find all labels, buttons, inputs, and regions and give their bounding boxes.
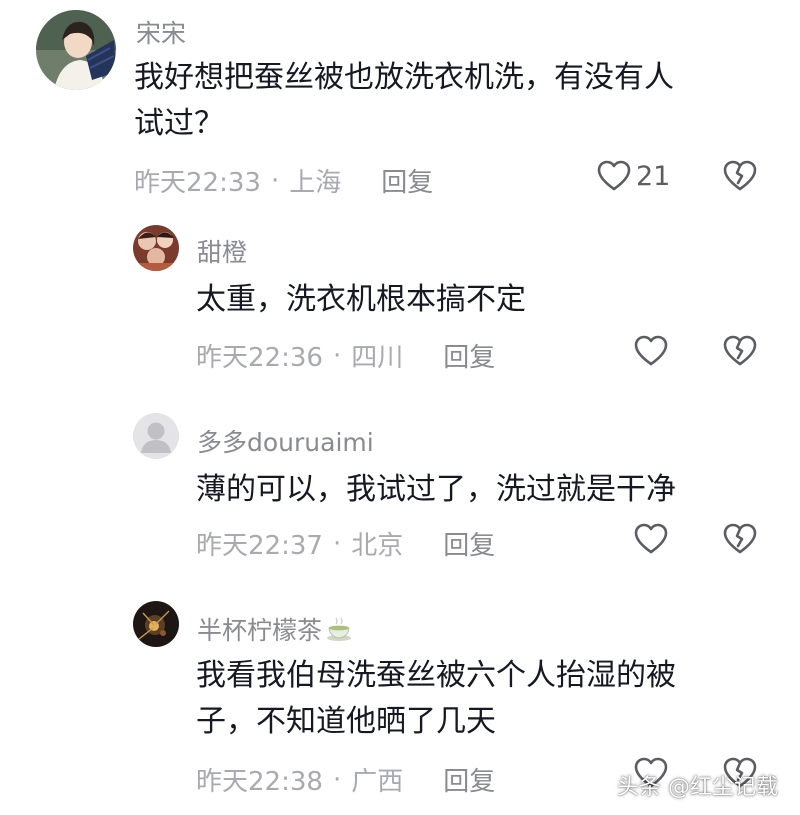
reply-item: 多多douruaimi 薄的可以，我试过了，洗过就是干净 昨天22:37 · 北… <box>0 405 800 575</box>
comment-location: 上海 <box>289 168 342 198</box>
comment-meta: 昨天22:36 · 四川 回复 <box>196 337 495 374</box>
heart-outline-icon <box>634 335 668 366</box>
reply-item: 甜橙 太重，洗衣机根本搞不定 昨天22:36 · 四川 回复 <box>0 215 800 385</box>
meta-separator: · <box>332 340 342 371</box>
comment-time: 昨天22:33 <box>134 168 261 198</box>
broken-heart-icon <box>723 335 757 366</box>
comment-meta: 昨天22:37 · 北京 回复 <box>196 525 495 562</box>
comment-time: 昨天22:37 <box>196 531 323 561</box>
reply-button[interactable]: 回复 <box>443 525 495 562</box>
comment-text-line: 薄的可以，我试过了，洗过就是干净 <box>196 472 676 507</box>
comment-username[interactable]: 甜橙 <box>197 233 247 269</box>
comment-item: 宋宋 我好想把蚕丝被也放洗衣机洗，有没有人 试过？ 昨天22:33 · 上海 回… <box>0 0 800 210</box>
reply-button[interactable]: 回复 <box>381 162 433 199</box>
dislike-button[interactable] <box>722 158 758 198</box>
comment-time: 昨天22:36 <box>196 343 323 373</box>
comment-location: 北京 <box>351 531 404 561</box>
meta-separator: · <box>332 764 342 795</box>
heart-outline-icon <box>597 160 631 191</box>
comment-text: 薄的可以，我试过了，洗过就是干净 <box>196 467 756 513</box>
avatar[interactable] <box>36 10 116 90</box>
comment-location: 广西 <box>351 767 404 797</box>
broken-heart-icon <box>723 160 757 191</box>
reply-button[interactable]: 回复 <box>443 761 495 798</box>
meta-separator: · <box>332 528 342 559</box>
avatar[interactable] <box>133 601 179 647</box>
comment-username[interactable]: 多多douruaimi <box>197 423 374 459</box>
comment-text-line: 我看我伯母洗蚕丝被六个人抬湿的被 <box>196 658 676 693</box>
dislike-button[interactable] <box>722 521 758 561</box>
like-button[interactable] <box>633 333 669 369</box>
like-count: 21 <box>636 160 671 192</box>
avatar[interactable] <box>133 413 179 459</box>
comment-text-line: 试过？ <box>134 106 224 141</box>
broken-heart-icon <box>723 523 757 554</box>
comment-time: 昨天22:38 <box>196 767 323 797</box>
comment-text: 我看我伯母洗蚕丝被六个人抬湿的被 子，不知道他晒了几天 <box>196 653 756 745</box>
tea-cup-icon <box>324 614 354 650</box>
heart-outline-icon <box>634 523 668 554</box>
like-button[interactable] <box>633 521 669 557</box>
username-text: 半杯柠檬茶 <box>197 616 323 645</box>
like-button[interactable]: 21 <box>596 158 670 194</box>
comment-text-line: 太重，洗衣机根本搞不定 <box>196 282 526 317</box>
meta-separator: · <box>270 165 280 196</box>
comment-meta: 昨天22:33 · 上海 回复 <box>134 162 433 199</box>
dislike-button[interactable] <box>722 333 758 373</box>
avatar[interactable] <box>133 225 179 271</box>
reply-button[interactable]: 回复 <box>443 337 495 374</box>
comment-location: 四川 <box>351 343 404 373</box>
comment-username[interactable]: 半杯柠檬茶 <box>197 611 354 650</box>
comment-username[interactable]: 宋宋 <box>136 14 186 50</box>
comment-text-line: 我好想把蚕丝被也放洗衣机洗，有没有人 <box>134 60 674 95</box>
comment-meta: 昨天22:38 · 广西 回复 <box>196 761 495 798</box>
comment-text-line: 子，不知道他晒了几天 <box>196 704 496 739</box>
comment-text: 我好想把蚕丝被也放洗衣机洗，有没有人 试过？ <box>134 55 774 147</box>
comment-text: 太重，洗衣机根本搞不定 <box>196 277 756 323</box>
watermark: 头条 @红尘记载 <box>617 775 778 800</box>
